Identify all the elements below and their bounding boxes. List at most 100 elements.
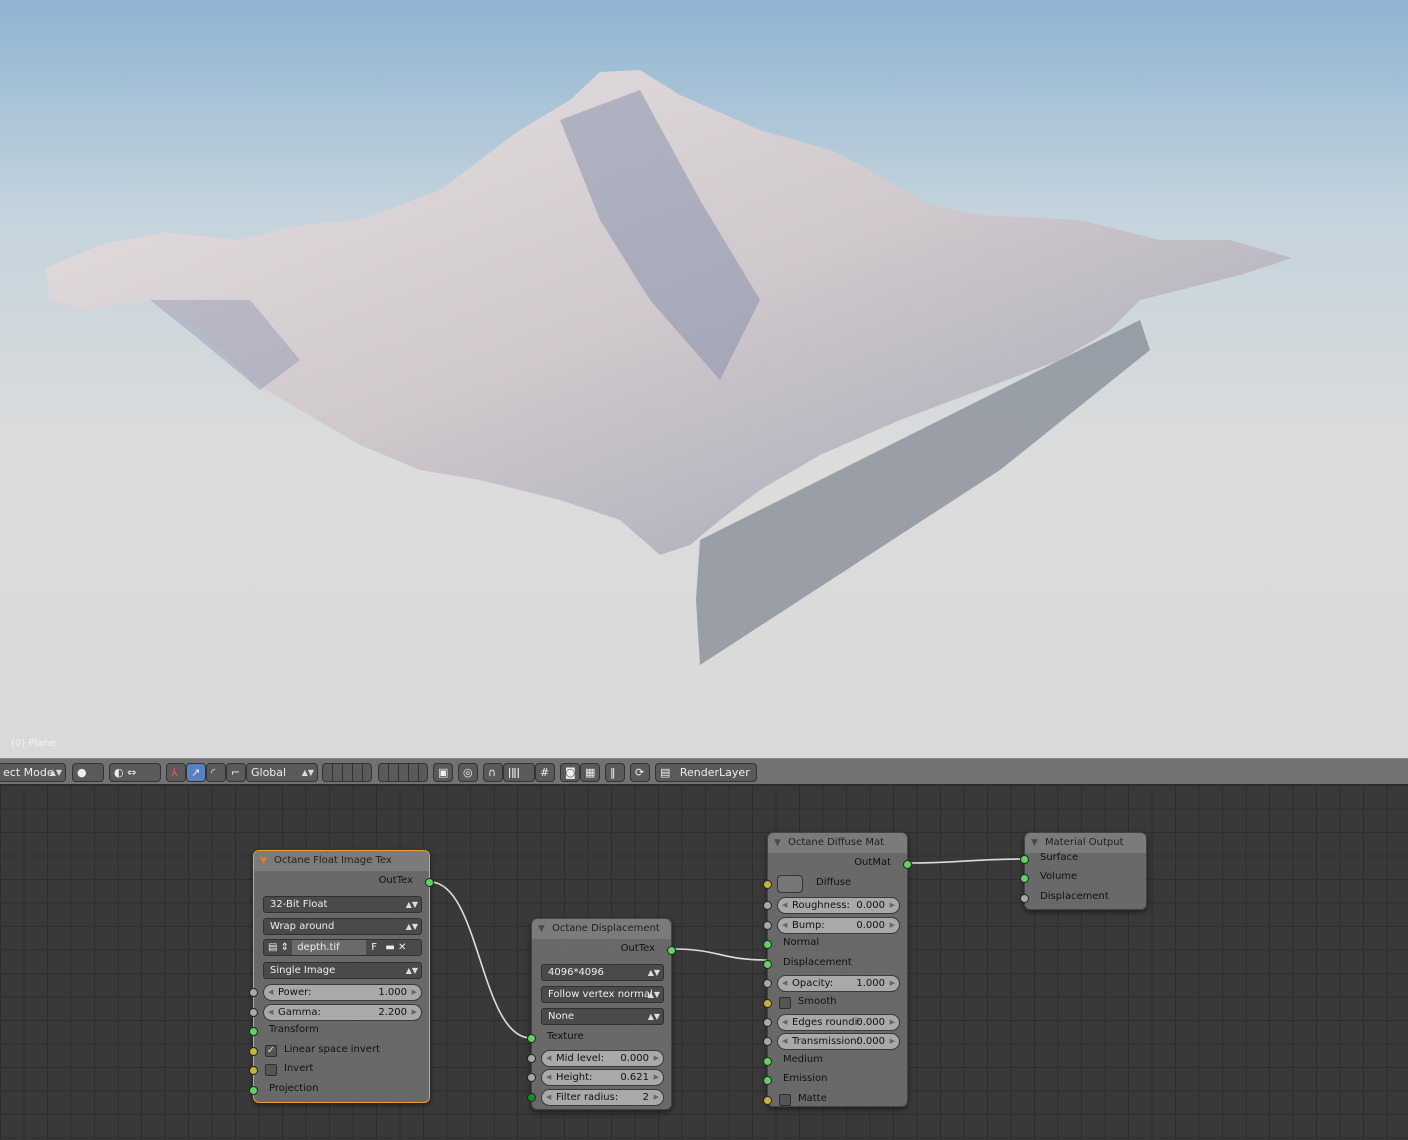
render-layer-selector[interactable]: ▤ RenderLayer — [655, 763, 757, 782]
input-socket[interactable] — [527, 1034, 536, 1043]
number-field[interactable]: ◀ Filter radius: 2 ▶ — [541, 1089, 664, 1106]
output-socket[interactable] — [667, 946, 676, 955]
fake-user-button[interactable]: F — [366, 940, 382, 955]
input-socket[interactable] — [763, 1018, 772, 1027]
input-socket[interactable] — [249, 1008, 258, 1017]
collapse-triangle-icon[interactable]: ▼ — [538, 919, 545, 939]
left-arrow-icon[interactable]: ◀ — [546, 1051, 551, 1066]
input-socket[interactable] — [1020, 855, 1029, 864]
pause-icon[interactable]: ‖ — [605, 763, 625, 782]
number-field[interactable]: ◀ Opacity: 1.000 ▶ — [777, 975, 900, 992]
render-animation-icon[interactable]: ▦ — [580, 763, 600, 782]
number-field[interactable]: ◀ Gamma: 2.200 ▶ — [263, 1004, 422, 1021]
file-name[interactable]: depth.tif — [292, 940, 367, 955]
snap-grid-icon[interactable]: # — [535, 763, 555, 782]
render-icon[interactable]: ◙ — [560, 763, 580, 782]
layers-icon[interactable] — [322, 763, 372, 782]
input-socket[interactable] — [763, 901, 772, 910]
checkbox[interactable] — [779, 997, 791, 1009]
input-socket[interactable] — [527, 1054, 536, 1063]
layers-icon[interactable] — [378, 763, 428, 782]
node-editor[interactable]: ▼ Octane Float Image Tex OutTex 32-Bit Floa… — [0, 785, 1408, 1140]
left-arrow-icon[interactable]: ◀ — [782, 1034, 787, 1049]
snap-target-icon[interactable]: ǀǁǀ — [503, 763, 535, 782]
input-socket[interactable] — [763, 880, 772, 889]
scale-icon[interactable]: ⌐ — [226, 763, 246, 782]
number-field[interactable]: ◀ Transmission: 0.000 ▶ — [777, 1033, 900, 1050]
dropdown[interactable]: Single Image ▲▼ — [263, 962, 422, 979]
dropdown[interactable]: 4096*4096 ▲▼ — [541, 964, 664, 981]
dropdown[interactable]: 32-Bit Float ▲▼ — [263, 896, 422, 913]
checkbox[interactable] — [265, 1064, 277, 1076]
number-field[interactable]: ◀ Edges roundi: 0.000 ▶ — [777, 1014, 900, 1031]
input-socket[interactable] — [249, 1066, 258, 1075]
input-socket[interactable] — [249, 988, 258, 997]
output-socket[interactable] — [903, 860, 912, 869]
input-socket[interactable] — [527, 1093, 536, 1102]
transform-orientation-dropdown[interactable]: Global ▲▼ — [246, 763, 318, 782]
right-arrow-icon[interactable]: ▶ — [890, 918, 895, 933]
lock-camera-icon[interactable]: ▣ — [433, 763, 453, 782]
collapse-triangle-icon[interactable]: ▼ — [774, 833, 781, 853]
open-folder-icon[interactable]: ▬ — [382, 942, 398, 953]
node-header[interactable]: ▼ Octane Displacement — [532, 919, 671, 939]
left-arrow-icon[interactable]: ◀ — [782, 918, 787, 933]
image-file-selector[interactable]: ▤ ⇕ depth.tif F ▬ ✕ — [263, 939, 422, 956]
dropdown[interactable]: Wrap around ▲▼ — [263, 918, 422, 935]
input-socket[interactable] — [763, 1057, 772, 1066]
close-icon[interactable]: ✕ — [398, 942, 406, 953]
input-socket[interactable] — [249, 1047, 258, 1056]
mode-selector[interactable]: ect Mode ▲▼ — [0, 763, 66, 782]
input-socket[interactable] — [763, 1076, 772, 1085]
number-field[interactable]: ◀ Height: 0.621 ▶ — [541, 1069, 664, 1086]
number-field[interactable]: ◀ Power: 1.000 ▶ — [263, 984, 422, 1001]
left-arrow-icon[interactable]: ◀ — [782, 898, 787, 913]
node-material-output[interactable]: ▼ Material Output Surface Volume Displacemen… — [1020, 832, 1147, 910]
number-field[interactable]: ◀ Bump: 0.000 ▶ — [777, 917, 900, 934]
input-socket[interactable] — [763, 1037, 772, 1046]
input-socket[interactable] — [763, 1096, 772, 1105]
right-arrow-icon[interactable]: ▶ — [654, 1090, 659, 1105]
left-arrow-icon[interactable]: ◀ — [546, 1070, 551, 1085]
rotate-icon[interactable]: ◜ — [206, 763, 226, 782]
node-float-image-tex[interactable]: ▼ Octane Float Image Tex OutTex 32-Bit Floa… — [249, 850, 434, 1103]
left-arrow-icon[interactable]: ◀ — [782, 976, 787, 991]
pivot-icon[interactable]: ◐ ⇔ — [109, 763, 161, 782]
right-arrow-icon[interactable]: ▶ — [412, 1005, 417, 1020]
input-socket[interactable] — [1020, 874, 1029, 883]
input-socket[interactable] — [1020, 894, 1029, 903]
refresh-icon[interactable]: ⟳ — [630, 763, 650, 782]
left-arrow-icon[interactable]: ◀ — [268, 985, 273, 1000]
manipulator-icon[interactable]: ⅄ — [166, 763, 186, 782]
input-socket[interactable] — [763, 921, 772, 930]
left-arrow-icon[interactable]: ◀ — [782, 1015, 787, 1030]
right-arrow-icon[interactable]: ▶ — [890, 1034, 895, 1049]
checkbox[interactable] — [779, 1094, 791, 1106]
collapse-triangle-icon[interactable]: ▼ — [260, 851, 267, 871]
shading-sphere-icon[interactable]: ● — [72, 763, 104, 782]
proportional-edit-icon[interactable]: ◎ — [458, 763, 478, 782]
input-socket[interactable] — [763, 999, 772, 1008]
output-socket[interactable] — [425, 878, 434, 887]
input-socket[interactable] — [763, 940, 772, 949]
node-header[interactable]: ▼ Octane Diffuse Mat — [768, 833, 907, 853]
left-arrow-icon[interactable]: ◀ — [546, 1090, 551, 1105]
left-arrow-icon[interactable]: ◀ — [268, 1005, 273, 1020]
dropdown[interactable]: None ▲▼ — [541, 1008, 664, 1025]
input-socket[interactable] — [527, 1073, 536, 1082]
input-socket[interactable] — [249, 1027, 258, 1036]
right-arrow-icon[interactable]: ▶ — [890, 976, 895, 991]
translate-icon[interactable]: ↗ — [186, 763, 206, 782]
image-icon[interactable]: ▤ ⇕ — [268, 942, 292, 953]
right-arrow-icon[interactable]: ▶ — [890, 898, 895, 913]
dropdown[interactable]: Follow vertex normal ▲▼ — [541, 986, 664, 1003]
3d-viewport[interactable]: (0) Plane — [0, 0, 1408, 758]
right-arrow-icon[interactable]: ▶ — [890, 1015, 895, 1030]
snap-icon[interactable]: ∩ — [483, 763, 503, 782]
input-socket[interactable] — [763, 979, 772, 988]
number-field[interactable]: ◀ Mid level: 0.000 ▶ — [541, 1050, 664, 1067]
node-diffuse-mat[interactable]: ▼ Octane Diffuse Mat OutMat Diffuse ◀ Roughne… — [763, 832, 912, 1107]
right-arrow-icon[interactable]: ▶ — [412, 985, 417, 1000]
input-socket[interactable] — [249, 1086, 258, 1095]
checkbox[interactable]: ✓ — [265, 1045, 277, 1057]
